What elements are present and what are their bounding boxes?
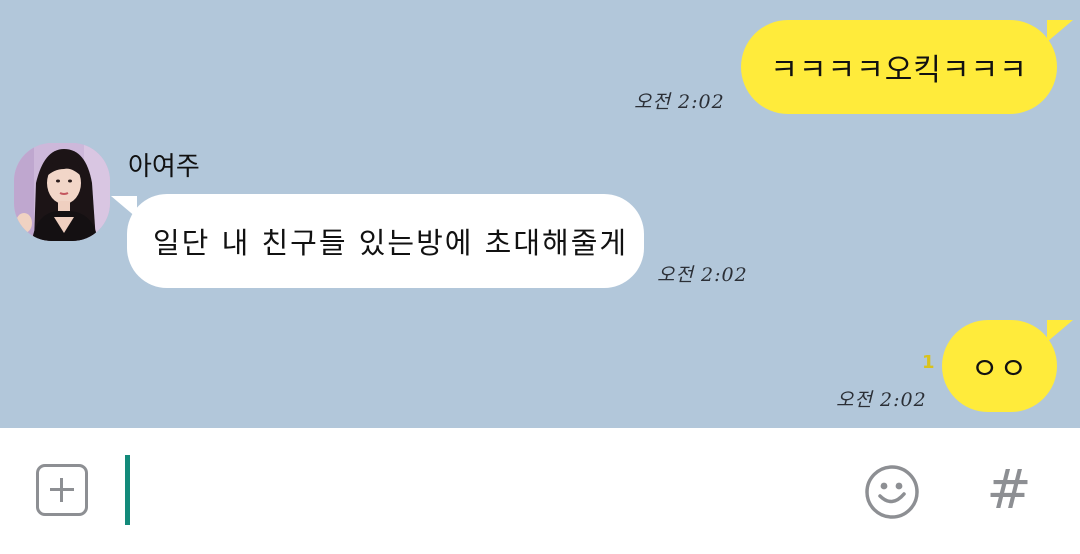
sender-avatar[interactable]: [14, 143, 110, 241]
smiley-icon[interactable]: [864, 464, 920, 520]
message-time: 오전 2:02: [634, 91, 725, 113]
avatar-photo-icon: [14, 143, 110, 241]
message-input-field[interactable]: [130, 450, 830, 530]
bubble-tail: [1047, 320, 1073, 342]
outgoing-message-bubble[interactable]: ㅋㅋㅋㅋ오킥ㅋㅋㅋ: [741, 20, 1073, 114]
unread-count-badge: 1: [922, 352, 935, 373]
message-text: ㅋㅋㅋㅋ오킥ㅋㅋㅋ: [770, 53, 1028, 88]
plus-square-icon[interactable]: [36, 464, 88, 516]
sender-name[interactable]: 아여주: [128, 146, 200, 183]
chat-message-area[interactable]: ㅋㅋㅋㅋ오킥ㅋㅋㅋ 오전 2:02 아여주 일단 내 친구들 있는방에 초대해줄…: [0, 0, 1080, 428]
bubble-tail: [111, 196, 137, 218]
message-text: ㅇㅇ: [970, 352, 1029, 387]
hashtag-button[interactable]: #: [986, 463, 1032, 517]
message-input-bar: #: [0, 428, 1080, 554]
message-time: 오전 2:02: [836, 389, 927, 411]
message-text: 일단 내 친구들 있는방에 초대해줄게: [153, 226, 629, 260]
bubble-tail: [1047, 20, 1073, 42]
chat-screen: ㅋㅋㅋㅋ오킥ㅋㅋㅋ 오전 2:02 아여주 일단 내 친구들 있는방에 초대해줄…: [0, 0, 1080, 554]
incoming-message-bubble[interactable]: 일단 내 친구들 있는방에 초대해줄게: [111, 194, 644, 288]
message-time: 오전 2:02: [657, 264, 748, 286]
outgoing-message-bubble[interactable]: ㅇㅇ: [942, 320, 1073, 412]
text-cursor: [125, 455, 130, 525]
